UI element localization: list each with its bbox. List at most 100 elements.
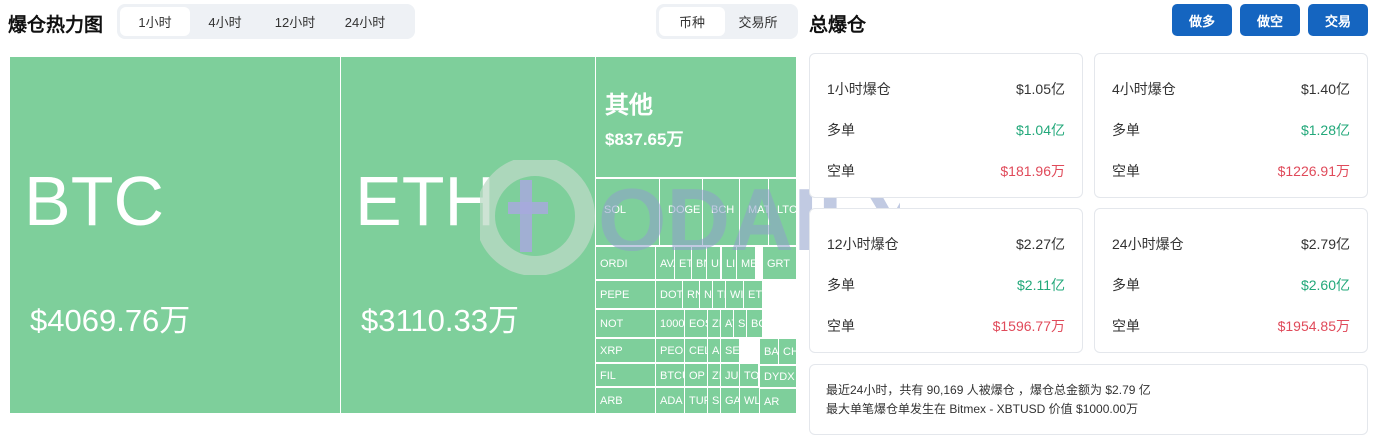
short-label: 空单 — [827, 318, 855, 334]
card-total-value: $1.40亿 — [1300, 81, 1350, 97]
tab-by-coin[interactable]: 币种 — [659, 7, 725, 36]
tile-small[interactable]: DOGE — [659, 178, 703, 246]
tile-small[interactable]: MEME — [736, 246, 756, 280]
long-label: 多单 — [827, 122, 855, 138]
tile-small[interactable]: AR — [759, 388, 797, 414]
tile-small[interactable]: RNDR — [682, 280, 700, 309]
long-value: $1.28亿 — [1300, 122, 1350, 138]
card-4h: 4小时爆仓 $1.40亿 多单 $1.28亿 空单 $1226.91万 — [1094, 53, 1368, 198]
tile-small[interactable]: DYDX — [759, 365, 797, 388]
tile-small[interactable]: SOL — [595, 178, 660, 246]
tile-small[interactable]: ZRX — [707, 309, 721, 338]
tile-small[interactable]: GALA — [720, 387, 740, 414]
tile-small[interactable]: NOT — [595, 309, 656, 338]
long-value: $2.11亿 — [1017, 277, 1065, 293]
summary-line-1: 最近24小时，共有 90,169 人被爆仓 ，爆仓总金额为 $2.79 亿 — [826, 383, 1151, 397]
tab-1h[interactable]: 1小时 — [120, 7, 190, 36]
tile-small[interactable]: CHZ — [778, 338, 797, 365]
short-value: $1596.77万 — [992, 318, 1065, 334]
tile-small[interactable]: BCH — [702, 178, 740, 246]
card-period-label: 24小时爆仓 — [1112, 236, 1184, 252]
tile-small[interactable]: FIL — [595, 363, 656, 387]
tile-small[interactable]: SEI — [720, 338, 740, 363]
tile-small[interactable]: SHIB — [733, 309, 747, 338]
heatmap-title: 爆仓热力图 — [8, 15, 104, 36]
tile-small[interactable]: PEPE — [595, 280, 656, 309]
short-label: 空单 — [827, 163, 855, 179]
tile-btc-name: BTC — [24, 162, 164, 240]
card-period-label: 4小时爆仓 — [1112, 81, 1176, 97]
tile-small[interactable]: APT — [707, 338, 721, 363]
tile-small[interactable]: ADA — [655, 387, 685, 414]
total-liquidation-title: 总爆仓 — [809, 15, 867, 36]
tile-small[interactable]: BNB — [691, 246, 707, 280]
card-period-label: 1小时爆仓 — [827, 81, 891, 97]
card-total-value: $2.27亿 — [1015, 236, 1065, 252]
time-range-tabs: 1小时 4小时 12小时 24小时 — [117, 4, 415, 39]
long-label: 多单 — [827, 277, 855, 293]
tile-small[interactable]: TRX — [712, 280, 726, 309]
tile-small[interactable]: SUI — [707, 387, 721, 414]
liquidation-summary: 最近24小时，共有 90,169 人被爆仓 ，爆仓总金额为 $2.79 亿 最大… — [809, 364, 1368, 435]
tile-small[interactable]: ARB — [595, 387, 656, 414]
tile-small[interactable]: WIF — [725, 280, 744, 309]
tile-small[interactable]: GRT — [762, 246, 797, 280]
card-total-value: $2.79亿 — [1300, 236, 1350, 252]
tile-eth-value: $3110.33万 — [361, 303, 519, 338]
tab-by-exchange[interactable]: 交易所 — [725, 7, 791, 36]
group-mode-tabs: 币种 交易所 — [656, 4, 798, 39]
tile-small[interactable]: OP — [684, 363, 708, 387]
long-value: $2.60亿 — [1300, 277, 1350, 293]
tile-small[interactable]: CELO — [684, 338, 708, 363]
tab-12h[interactable]: 12小时 — [260, 7, 330, 36]
card-total-value: $1.05亿 — [1015, 81, 1065, 97]
tile-small[interactable]: 1000SATS — [655, 309, 685, 338]
short-label: 空单 — [1112, 163, 1140, 179]
tile-small[interactable]: LTC — [768, 178, 797, 246]
tile-small[interactable]: LINK — [721, 246, 737, 280]
tile-other-name: 其他 — [605, 92, 653, 119]
tile-small[interactable]: BAKE — [759, 338, 779, 365]
short-label: 空单 — [1112, 318, 1140, 334]
tile-btc[interactable]: BTC $4069.76万 — [9, 56, 341, 414]
tab-4h[interactable]: 4小时 — [190, 7, 260, 36]
tile-small[interactable]: AVAX — [655, 246, 675, 280]
tile-small[interactable]: PEOPLE — [655, 338, 685, 363]
long-label: 多单 — [1112, 277, 1140, 293]
card-1h: 1小时爆仓 $1.05亿 多单 $1.04亿 空单 $181.96万 — [809, 53, 1083, 198]
card-24h: 24小时爆仓 $2.79亿 多单 $2.60亿 空单 $1954.85万 — [1094, 208, 1368, 353]
tile-small[interactable]: MATIC — [739, 178, 769, 246]
short-value: $1226.91万 — [1277, 163, 1350, 179]
tile-small[interactable]: UNI — [706, 246, 721, 280]
tile-btc-value: $4069.76万 — [30, 303, 191, 338]
tile-other[interactable]: 其他 $837.65万 — [595, 56, 797, 178]
tile-small[interactable]: BOME — [746, 309, 763, 338]
liquidation-treemap: BTC $4069.76万 ETH $3110.33万 其他 $837.65万 … — [9, 56, 797, 414]
tile-small[interactable]: ETHFI — [743, 280, 763, 309]
tile-small[interactable]: ATOM — [720, 309, 734, 338]
go-short-button[interactable]: 做空 — [1240, 4, 1300, 36]
tile-small[interactable]: NEAR — [699, 280, 713, 309]
trade-button[interactable]: 交易 — [1308, 4, 1368, 36]
tile-small[interactable]: DOT — [655, 280, 683, 309]
go-long-button[interactable]: 做多 — [1172, 4, 1232, 36]
summary-line-2: 最大单笔爆仓单发生在 Bitmex - XBTUSD 价值 $1000.00万 — [826, 402, 1139, 416]
tile-small[interactable]: TURBO — [684, 387, 708, 414]
tab-24h[interactable]: 24小时 — [330, 7, 400, 36]
tile-eth-name: ETH — [355, 162, 495, 240]
card-12h: 12小时爆仓 $2.27亿 多单 $2.11亿 空单 $1596.77万 — [809, 208, 1083, 353]
short-value: $181.96万 — [1000, 163, 1065, 179]
tile-small[interactable]: ORDI — [595, 246, 656, 280]
tile-small[interactable]: TON — [739, 363, 759, 387]
long-value: $1.04亿 — [1015, 122, 1065, 138]
tile-small[interactable]: ZK — [707, 363, 721, 387]
tile-small[interactable]: EOS — [684, 309, 708, 338]
tile-small[interactable]: JUP — [720, 363, 740, 387]
tile-other-value: $837.65万 — [605, 130, 684, 149]
card-period-label: 12小时爆仓 — [827, 236, 899, 252]
tile-eth[interactable]: ETH $3110.33万 — [340, 56, 596, 414]
tile-small[interactable]: BTCUSD — [655, 363, 685, 387]
tile-small[interactable]: XRP — [595, 338, 656, 363]
tile-small[interactable]: ETC — [674, 246, 692, 280]
long-label: 多单 — [1112, 122, 1140, 138]
